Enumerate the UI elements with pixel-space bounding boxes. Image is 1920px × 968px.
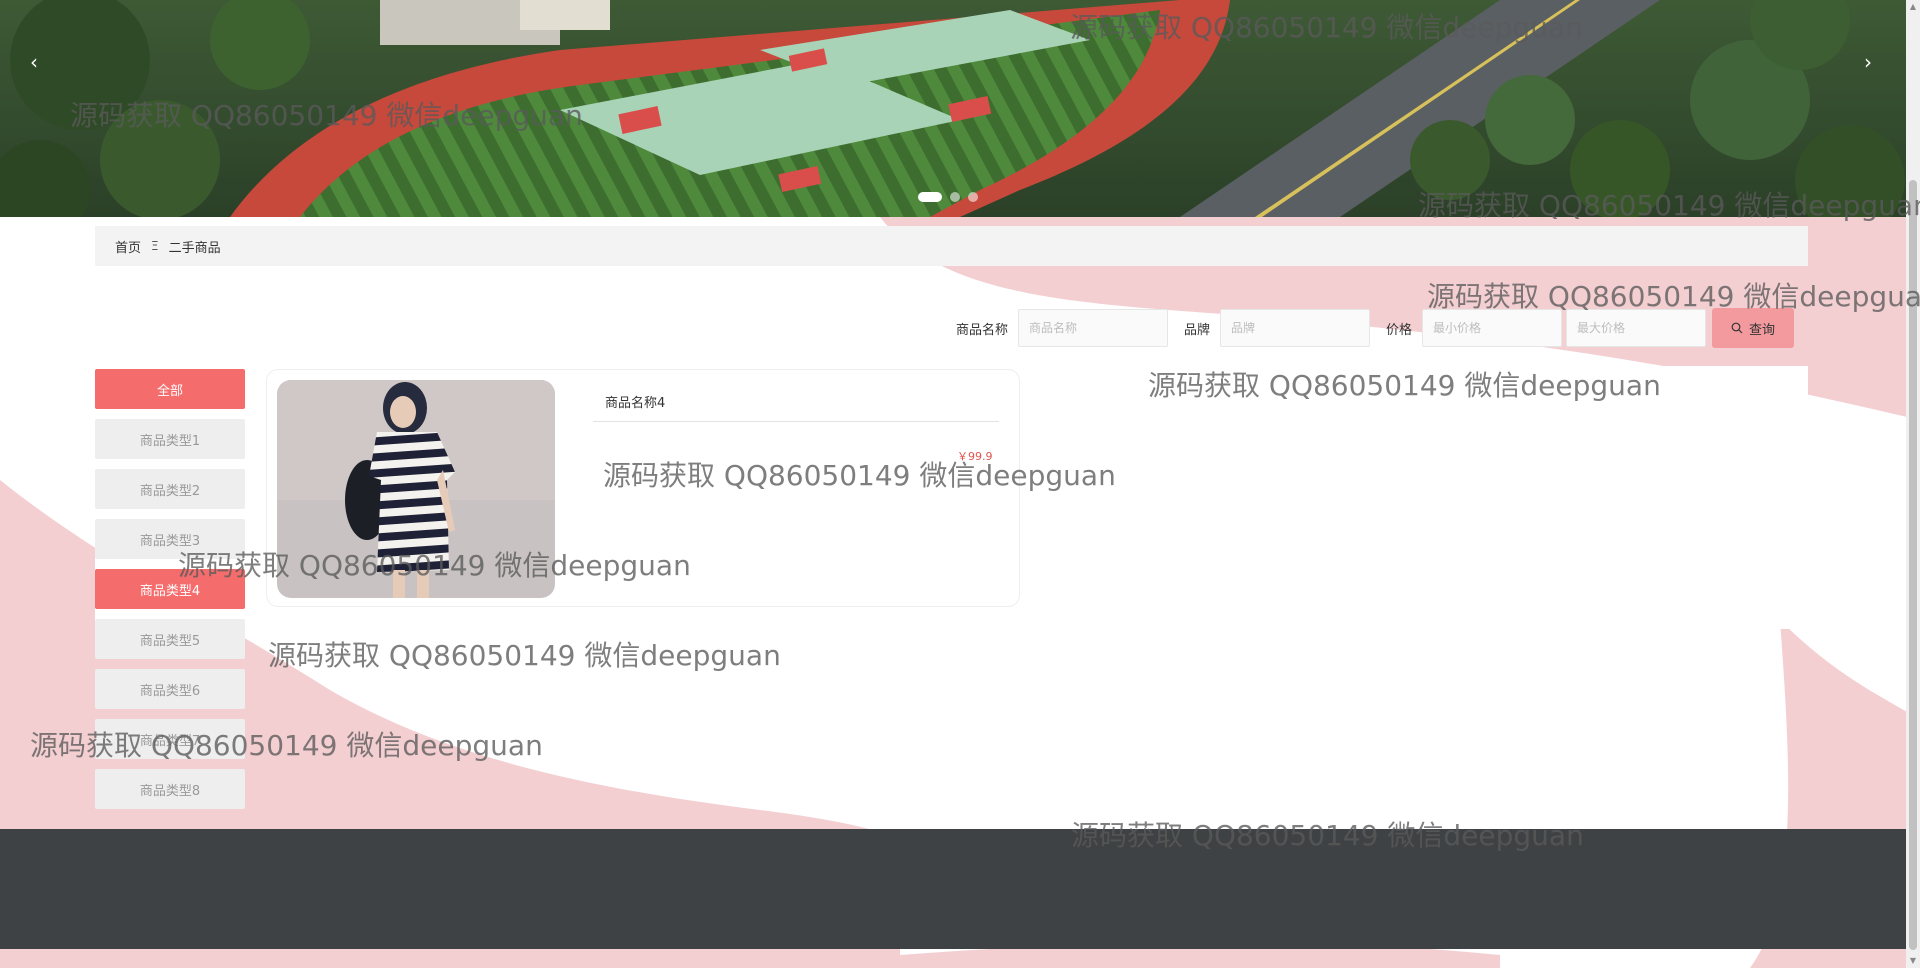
min-price-input[interactable] — [1422, 309, 1562, 347]
breadcrumb-separator-icon: Ξ — [151, 239, 159, 253]
product-image[interactable] — [277, 380, 555, 598]
scroll-down-arrow-icon[interactable]: ▼ — [1906, 954, 1920, 968]
carousel-next-arrow[interactable]: › — [1858, 50, 1878, 74]
product-name[interactable]: 商品名称4 — [605, 392, 665, 411]
carousel-indicators — [918, 192, 978, 202]
search-button[interactable]: 查询 — [1712, 308, 1794, 348]
breadcrumb-home[interactable]: 首页 — [115, 237, 141, 256]
category-type-3[interactable]: 商品类型3 — [95, 519, 245, 559]
price-label: 价格 — [1385, 322, 1412, 338]
breadcrumb-current: 二手商品 — [168, 240, 221, 256]
search-bar: 商品名称 品牌 价格 查询 — [944, 308, 1794, 348]
product-card[interactable]: 商品名称4 ￥99.9 — [266, 369, 1020, 607]
page-footer — [0, 829, 1906, 949]
category-type-8[interactable]: 商品类型8 — [95, 769, 245, 809]
breadcrumb: 首页 Ξ 二手商品 — [95, 226, 1808, 266]
product-divider — [593, 421, 999, 422]
category-type-6[interactable]: 商品类型6 — [95, 669, 245, 709]
carousel-dot[interactable] — [950, 192, 960, 202]
banner-image — [0, 0, 1906, 217]
brand-input[interactable] — [1219, 309, 1370, 347]
category-all[interactable]: 全部 — [95, 369, 245, 409]
hero-banner-carousel[interactable]: ‹ › — [0, 0, 1906, 217]
category-type-1[interactable]: 商品类型1 — [95, 419, 245, 459]
max-price-input[interactable] — [1566, 309, 1706, 347]
category-type-7[interactable]: 商品类型7 — [95, 719, 245, 759]
product-name-input[interactable] — [1017, 309, 1168, 347]
brand-label: 品牌 — [1183, 322, 1210, 338]
carousel-dot[interactable] — [968, 192, 978, 202]
search-icon — [1731, 322, 1743, 334]
product-name-label: 商品名称 — [955, 322, 1008, 338]
page-scrollbar[interactable]: ▲ ▼ — [1906, 0, 1920, 968]
scroll-up-arrow-icon[interactable]: ▲ — [1906, 0, 1920, 14]
carousel-dot[interactable] — [918, 192, 942, 202]
product-price: ￥99.9 — [957, 450, 993, 463]
category-type-4[interactable]: 商品类型4 — [95, 569, 245, 609]
carousel-prev-arrow[interactable]: ‹ — [24, 50, 44, 74]
scrollbar-thumb[interactable] — [1909, 180, 1917, 950]
search-button-label: 查询 — [1748, 322, 1775, 338]
category-type-2[interactable]: 商品类型2 — [95, 469, 245, 509]
category-type-5[interactable]: 商品类型5 — [95, 619, 245, 659]
category-sidebar: 全部 商品类型1 商品类型2 商品类型3 商品类型4 商品类型5 商品类型6 商… — [95, 369, 245, 819]
